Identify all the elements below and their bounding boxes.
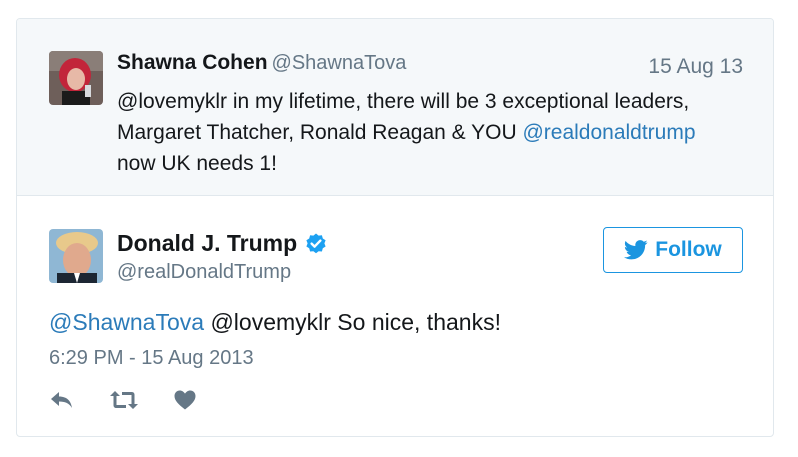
verified-badge-icon xyxy=(304,232,328,256)
like-icon[interactable] xyxy=(173,389,197,411)
follow-button[interactable]: Follow xyxy=(603,227,743,273)
author-avatar[interactable] xyxy=(49,229,103,283)
quoted-tweet-date[interactable]: 15 Aug 13 xyxy=(648,55,743,79)
tweet-body: @lovemyklr So nice, thanks! xyxy=(204,309,501,335)
quoted-author-name[interactable]: Shawna Cohen xyxy=(117,51,268,74)
twitter-bird-icon xyxy=(624,240,648,260)
quoted-mention: @lovemyklr xyxy=(117,90,227,113)
quoted-author: Shawna Cohen @ShawnaTova xyxy=(117,51,406,75)
tweet-actions xyxy=(49,389,231,411)
tweet-timestamp[interactable]: 6:29 PM - 15 Aug 2013 xyxy=(49,347,254,370)
quoted-tweet[interactable]: Shawna Cohen @ShawnaTova 15 Aug 13 @lovem… xyxy=(17,19,773,196)
author-handle[interactable]: @realDonaldTrump xyxy=(117,261,291,284)
author-name[interactable]: Donald J. Trump xyxy=(117,230,297,257)
follow-label: Follow xyxy=(655,238,722,261)
reply-mention[interactable]: @ShawnaTova xyxy=(49,309,204,335)
quoted-tweet-text: @lovemyklr in my lifetime, there will be… xyxy=(117,86,737,179)
retweet-icon[interactable] xyxy=(109,389,139,411)
quoted-link-mention[interactable]: @realdonaldtrump xyxy=(522,121,695,144)
tweet-text: @ShawnaTova @lovemyklr So nice, thanks! xyxy=(49,309,749,336)
quoted-text-part2: now UK needs 1! xyxy=(117,152,277,175)
tweet-card: Shawna Cohen @ShawnaTova 15 Aug 13 @lovem… xyxy=(16,18,774,437)
quoted-author-handle[interactable]: @ShawnaTova xyxy=(272,52,407,74)
quoted-author-avatar[interactable] xyxy=(49,51,103,105)
author-name-row: Donald J. Trump xyxy=(117,230,328,257)
reply-icon[interactable] xyxy=(49,389,75,411)
